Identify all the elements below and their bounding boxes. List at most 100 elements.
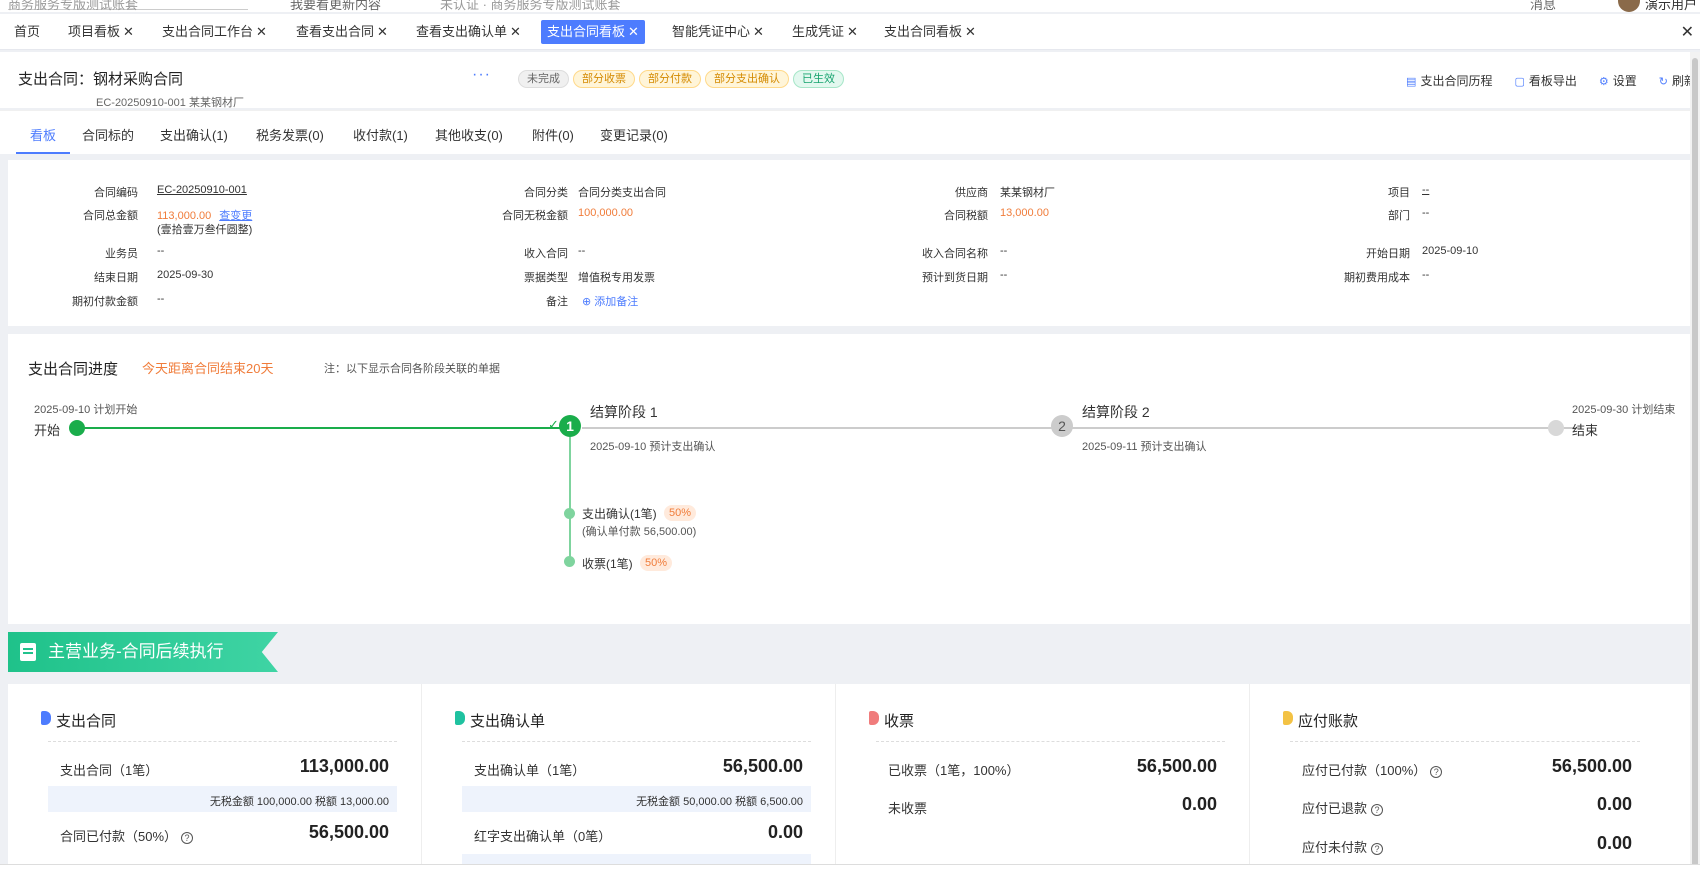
contract-code[interactable]: EC-20250910-001 — [157, 184, 247, 196]
avatar[interactable] — [1618, 0, 1640, 12]
end-date-label: 2025-09-30 计划结束 — [1572, 404, 1676, 416]
more-icon[interactable]: ··· — [472, 66, 491, 84]
row-value[interactable]: 0.00 — [1182, 794, 1217, 815]
end-date: 2025-09-30 — [157, 269, 214, 281]
department: -- — [1422, 207, 1430, 219]
row-value[interactable]: 56,500.00 — [723, 756, 803, 777]
settings-button[interactable]: ⚙ 设置 — [1599, 72, 1637, 89]
close-icon[interactable]: ✕ — [123, 24, 134, 39]
help-icon[interactable]: ? — [1371, 842, 1384, 855]
stage1-node[interactable]: 1 — [559, 415, 581, 437]
scrollbar-thumb[interactable] — [1692, 58, 1698, 868]
confirmation-pct: 50% — [664, 505, 697, 521]
row-value[interactable]: 56,500.00 — [1137, 756, 1217, 777]
stage2-desc: 2025-09-11 预计支出确认 — [1082, 441, 1207, 453]
tab-voucher-center[interactable]: 智能凭证中心 ✕ — [666, 20, 770, 44]
active-tab-indicator — [16, 152, 70, 154]
tab-contract-items[interactable]: 合同标的 — [82, 125, 134, 144]
sub-node — [564, 508, 575, 519]
vertical-scrollbar[interactable] — [1690, 52, 1700, 875]
contract-header: 支出合同：钢材采购合同 ··· 未完成 部分收票 部分付款 部分支出确认 已生效… — [0, 52, 1700, 109]
tab-view-contract[interactable]: 查看支出合同 ✕ — [290, 20, 394, 44]
row-value[interactable]: 0.00 — [768, 822, 803, 843]
row-value[interactable]: 0.00 — [1597, 833, 1632, 854]
tab-board[interactable]: 看板 — [30, 125, 56, 144]
plus-icon: ⊕ — [582, 296, 595, 308]
tab-payments[interactable]: 收付款(1) — [353, 125, 408, 144]
close-icon[interactable]: ✕ — [256, 24, 267, 39]
status-badge: 部分收票 — [573, 70, 635, 88]
export-icon: ▢ — [1514, 76, 1525, 88]
tab-home[interactable]: 首页 — [8, 20, 46, 44]
tab-generate-voucher[interactable]: 生成凭证 ✕ — [786, 20, 864, 44]
close-icon[interactable]: ✕ — [753, 24, 764, 39]
card-invoice: 收票 已收票（1笔，100%） 56,500.00 未收票 0.00 — [836, 684, 1250, 875]
document-icon — [20, 643, 36, 661]
update-link[interactable]: 我要看更新内容 — [290, 0, 381, 12]
status-badge: 已生效 — [793, 70, 844, 88]
tab-change-log[interactable]: 变更记录(0) — [600, 125, 668, 144]
tab-project-board[interactable]: 项目看板 ✕ — [62, 20, 140, 44]
card-title: 支出合同 — [56, 713, 117, 730]
row-sub: 无税金额 100,000.00 税额 13,000.00 — [209, 796, 389, 808]
row-value[interactable]: 56,500.00 — [1552, 756, 1632, 777]
close-all-icon[interactable]: ✕ — [1681, 22, 1694, 42]
tab-contract-board-2[interactable]: 支出合同看板 ✕ — [878, 20, 982, 44]
card-payables: 应付账款 应付已付款（100%）? 56,500.00 应付已退款? 0.00 … — [1250, 684, 1664, 875]
row-value[interactable]: 0.00 — [1597, 794, 1632, 815]
flag-icon — [41, 711, 51, 725]
account-search[interactable]: 商务服务专版测试账套 — [8, 0, 248, 12]
field-label: 开始日期 — [1366, 248, 1410, 260]
tab-confirmations[interactable]: 支出确认(1) — [160, 125, 228, 144]
contract-total-words: (壹拾壹万叁仟圆整) — [157, 224, 253, 236]
messages-link[interactable]: 消息 — [1530, 0, 1556, 12]
tab-tax-invoices[interactable]: 税务发票(0) — [256, 125, 324, 144]
help-icon[interactable]: ? — [1371, 803, 1384, 816]
tab-contract-workbench[interactable]: 支出合同工作台 ✕ — [156, 20, 273, 44]
status-badge: 部分付款 — [639, 70, 701, 88]
close-icon[interactable]: ✕ — [377, 24, 388, 39]
tab-other-income[interactable]: 其他收支(0) — [435, 125, 503, 144]
stage1-desc: 2025-09-10 预计支出确认 — [590, 441, 716, 453]
stage2-node[interactable]: 2 — [1051, 415, 1073, 437]
history-button[interactable]: ▤ 支出合同历程 — [1406, 72, 1492, 89]
project[interactable]: -- — [1422, 184, 1429, 196]
close-icon[interactable]: ✕ — [510, 24, 521, 39]
progress-note: 注：以下显示合同各阶段关联的单据 — [324, 363, 500, 375]
contract-notax-amount: 100,000.00 — [578, 207, 634, 219]
row-label: 应付未付款? — [1302, 837, 1384, 856]
tab-attachments[interactable]: 附件(0) — [532, 125, 574, 144]
start-date: 2025-09-10 — [1422, 245, 1479, 257]
export-button[interactable]: ▢ 看板导出 — [1514, 72, 1576, 89]
invoice-count[interactable]: 收票(1笔) — [582, 555, 633, 572]
invoice-type: 增值税专用发票 — [578, 272, 655, 284]
confirmation-count[interactable]: 支出确认(1笔) — [582, 505, 657, 522]
help-icon[interactable]: ? — [1430, 765, 1443, 778]
add-remark-button[interactable]: ⊕ 添加备注 — [582, 293, 638, 309]
divider — [462, 741, 811, 742]
flag-icon — [869, 711, 879, 725]
row-value[interactable]: 113,000.00 — [300, 756, 389, 777]
start-date-label: 2025-09-10 计划开始 — [34, 404, 138, 416]
close-icon[interactable]: ✕ — [847, 24, 858, 39]
days-remaining: 今天距离合同结束20天 — [142, 361, 274, 376]
row-label: 合同已付款（50%）? — [60, 826, 194, 845]
divider — [1290, 741, 1640, 742]
help-icon[interactable]: ? — [181, 831, 194, 844]
salesman: -- — [157, 245, 165, 257]
close-icon[interactable]: ✕ — [628, 24, 639, 39]
contract-subtitle: EC-20250910-001 某某钢材厂 — [96, 97, 244, 109]
stage2-name: 结算阶段 2 — [1082, 404, 1150, 420]
tab-view-confirmation[interactable]: 查看支出确认单 ✕ — [410, 20, 527, 44]
user-name[interactable]: 演示用户 — [1645, 0, 1697, 12]
close-icon[interactable]: ✕ — [965, 24, 976, 39]
row-value[interactable]: 56,500.00 — [309, 822, 389, 843]
summary-cards: 支出合同 支出合同（1笔） 113,000.00 无税金额 100,000.00… — [8, 684, 1692, 875]
gear-icon: ⚙ — [1598, 76, 1609, 88]
flag-icon — [1283, 711, 1293, 725]
row-label: 支出确认单（1笔） — [474, 763, 586, 778]
field-label: 预计到货日期 — [922, 272, 988, 284]
field-label: 票据类型 — [524, 272, 568, 284]
tab-contract-board-active[interactable]: 支出合同看板 ✕ — [541, 20, 645, 44]
field-label: 合同无税金额 — [502, 210, 568, 222]
